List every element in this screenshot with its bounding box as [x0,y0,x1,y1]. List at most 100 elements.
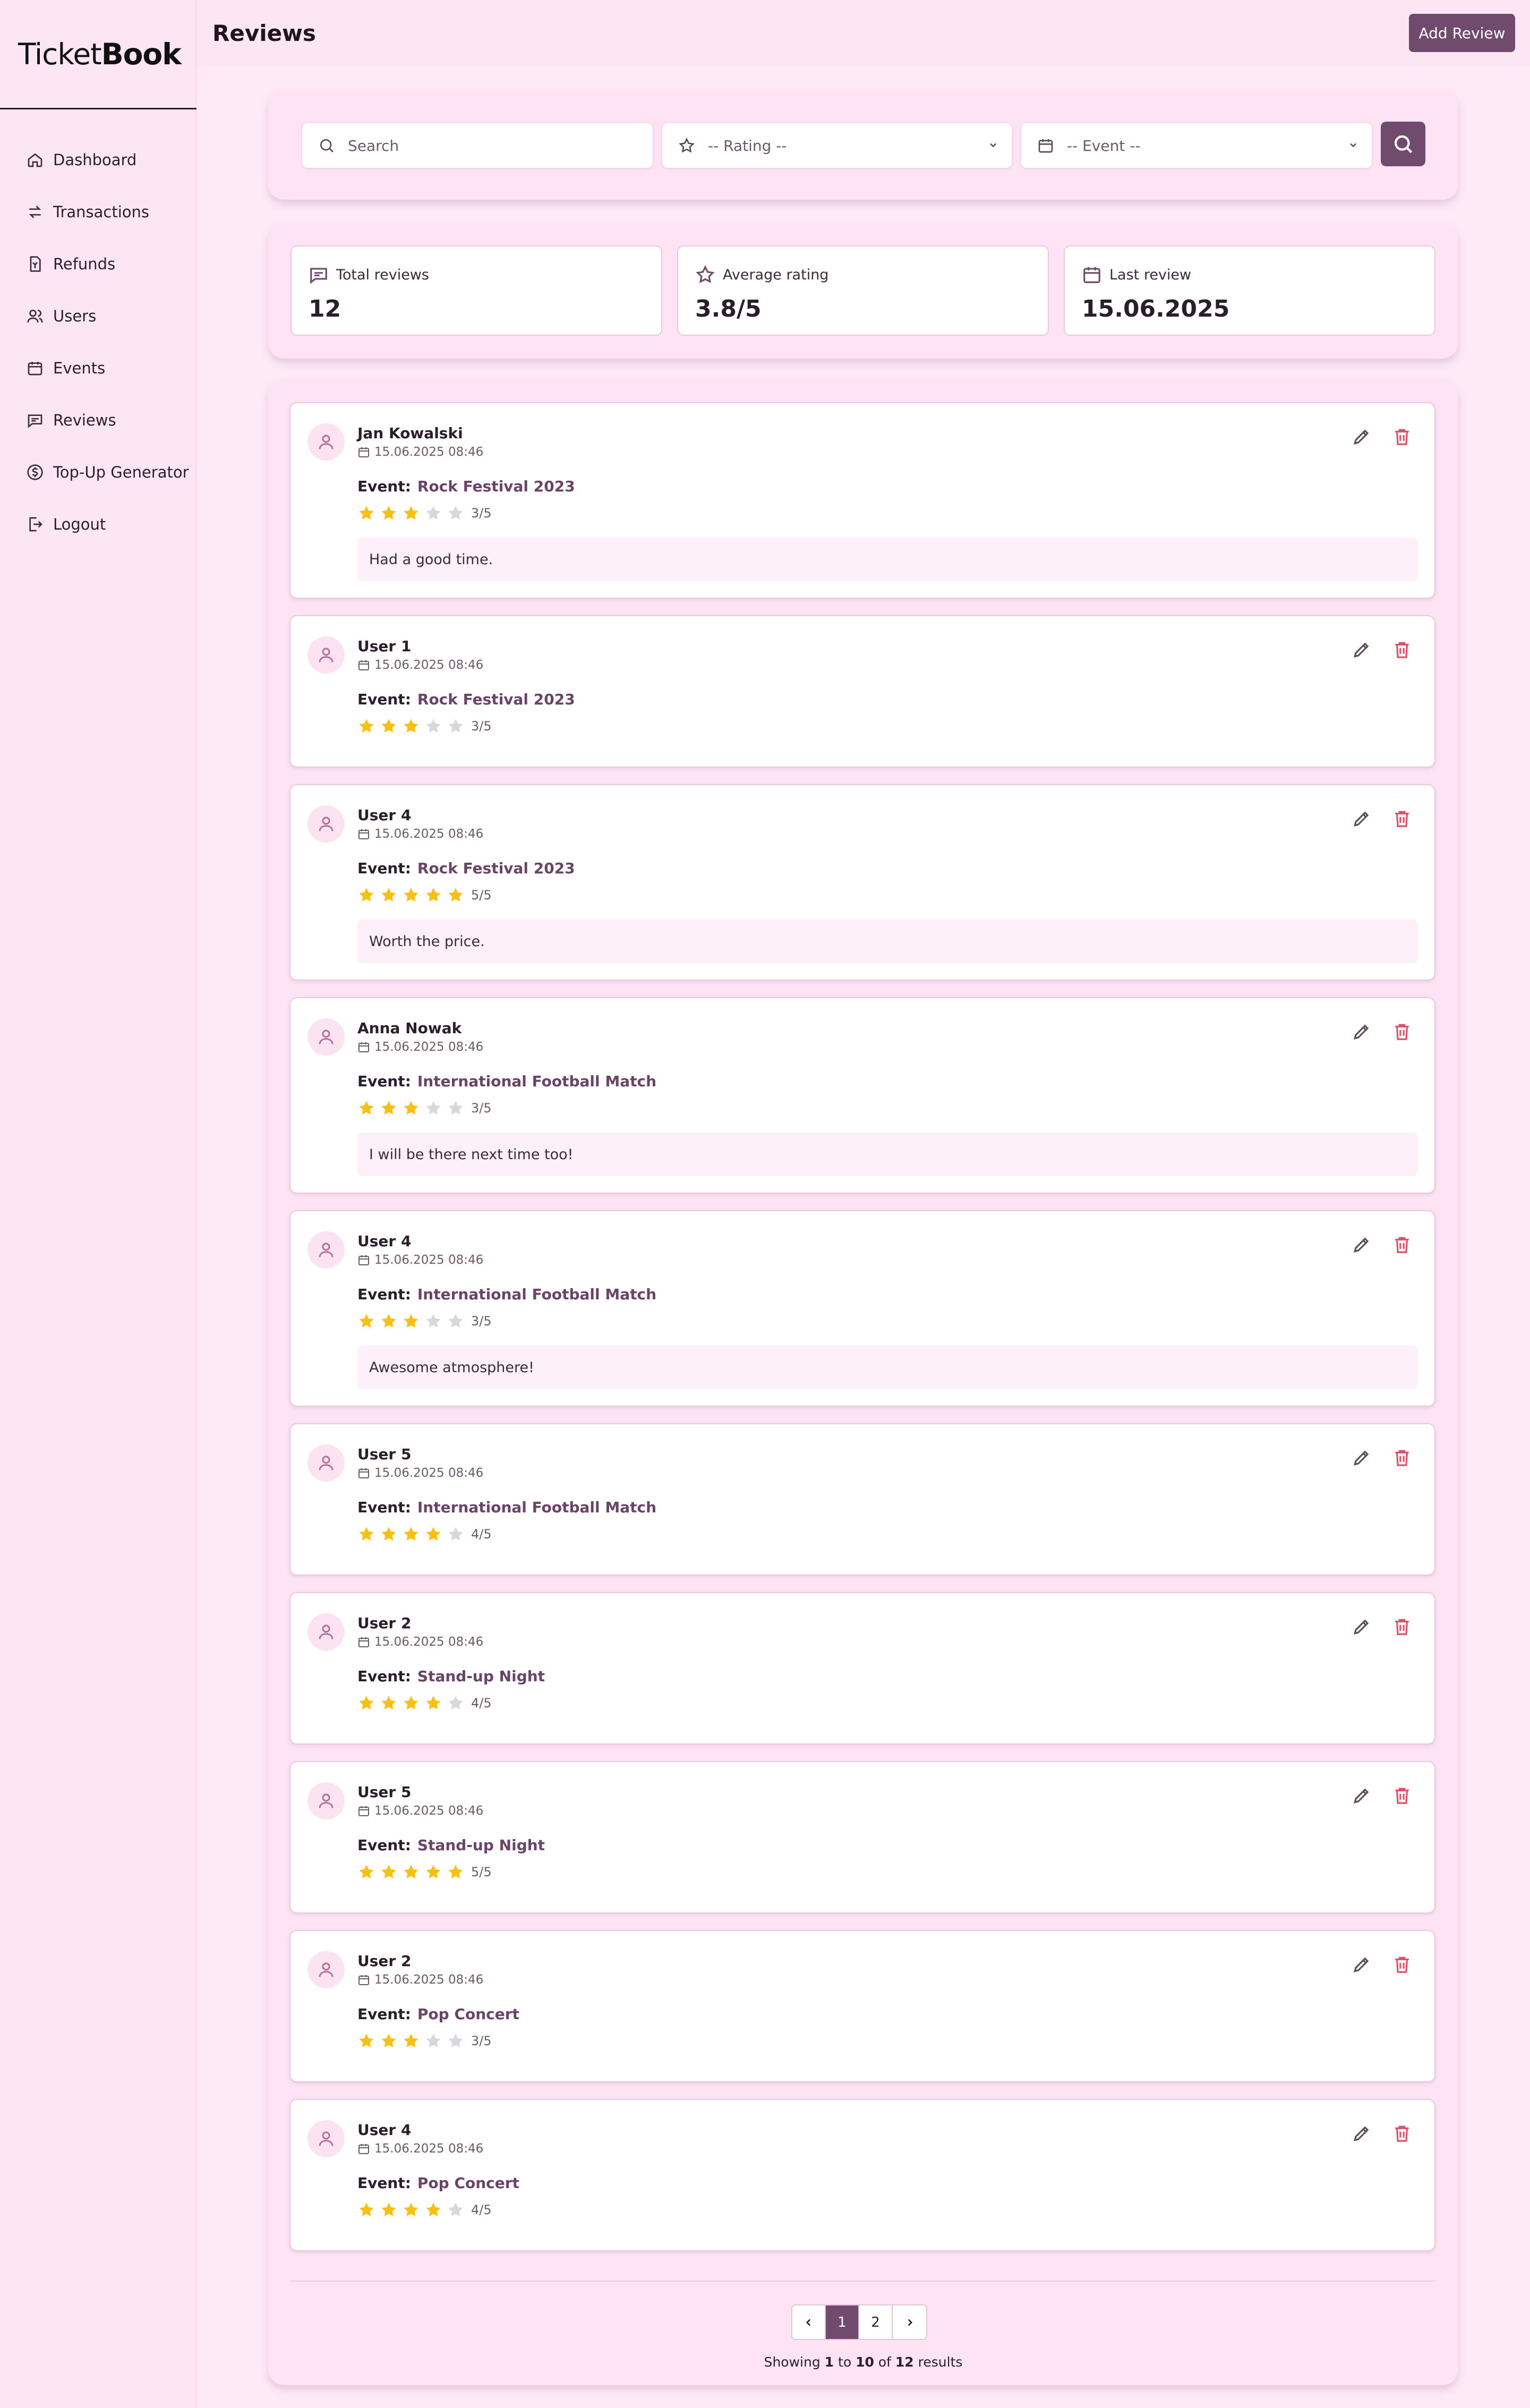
sidebar-item-transactions[interactable]: Transactions [27,186,189,238]
event-name[interactable]: International Football Match [417,1073,656,1090]
search-placeholder: Search [348,137,399,155]
rating-select[interactable]: -- Rating -- [662,123,1012,168]
user-icon [319,2131,334,2146]
sidebar-item-top-up-generator[interactable]: Top-Up Generator [27,446,189,498]
users-icon [27,310,43,323]
star-filled-icon [404,1527,418,1541]
event-select[interactable]: -- Event -- [1021,123,1372,168]
avatar [307,636,345,674]
star-filled-icon [359,1314,374,1328]
star-empty-icon [448,2202,463,2217]
event-name[interactable]: Stand-up Night [417,1667,545,1685]
sidebar-nav: Dashboard Transactions Refunds Users Eve… [27,134,189,550]
pagination-page-1[interactable]: 1 [826,2305,859,2339]
receipt-icon [30,256,41,272]
delete-review-button[interactable] [1392,1785,1412,1806]
app-logo[interactable]: TicketBook [18,37,182,71]
sidebar-item-label: Logout [53,515,106,533]
event-name[interactable]: Pop Concert [417,2174,519,2192]
edit-review-button[interactable] [1352,2123,1372,2143]
sidebar-item-events[interactable]: Events [27,342,189,394]
star-filled-icon [404,506,418,520]
review-comment: Had a good time. [357,538,1417,581]
delete-review-button[interactable] [1392,427,1412,447]
stat-value: 15.06.2025 [1082,295,1230,322]
review-card: User 2 15.06.2025 08:46 Event: Stand-up N… [289,1592,1435,1745]
sidebar-item-label: Reviews [53,411,116,429]
trash-icon [1395,429,1409,445]
edit-review-button[interactable] [1352,427,1372,447]
chevron-down-icon [990,143,996,148]
dollar-icon [27,464,43,480]
delete-review-button[interactable] [1392,1448,1412,1468]
review-date: 15.06.2025 08:46 [357,1040,483,1054]
filter-panel: Search -- Rating -- -- Event -- [268,90,1458,200]
delete-review-button[interactable] [1392,2123,1412,2143]
event-name[interactable]: International Football Match [417,1286,656,1303]
sidebar-item-reviews[interactable]: Reviews [27,394,189,446]
sidebar-item-refunds[interactable]: Refunds [27,238,189,290]
star-empty-icon [448,2033,463,2048]
star-filled-icon [381,1696,396,1710]
trash-icon [1395,1237,1409,1253]
review-date: 15.06.2025 08:46 [357,827,483,841]
review-card: User 2 15.06.2025 08:46 Event: Pop Concer… [289,1930,1435,2082]
rating-text: 3/5 [471,506,492,521]
delete-review-button[interactable] [1392,1954,1412,1975]
star-empty-icon [448,1101,463,1115]
event-name[interactable]: Stand-up Night [417,1836,545,1854]
search-button[interactable] [1381,122,1425,166]
edit-review-button[interactable] [1352,1022,1372,1042]
delete-review-button[interactable] [1392,1616,1412,1637]
event-name[interactable]: Rock Festival 2023 [417,478,575,495]
pagination-page-2[interactable]: 2 [859,2305,893,2339]
star-filled-icon [404,2202,418,2217]
trash-icon [1395,1450,1409,1466]
pagination-divider [289,2281,1435,2282]
sidebar-item-users[interactable]: Users [27,290,189,342]
review-event: Event: Rock Festival 2023 [357,478,575,495]
delete-review-button[interactable] [1392,1022,1412,1042]
edit-review-button[interactable] [1352,640,1372,660]
delete-review-button[interactable] [1392,1235,1412,1255]
pagination-next-button[interactable] [893,2305,926,2339]
trash-icon [1395,1619,1409,1635]
search-input[interactable]: Search [302,123,653,168]
pencil-icon [1354,1237,1369,1253]
edit-review-button[interactable] [1352,1448,1372,1468]
review-author: User 5 [357,1445,412,1463]
trash-icon [1395,1024,1409,1040]
event-name[interactable]: Rock Festival 2023 [417,691,575,708]
calendar-icon [358,1975,369,1985]
sidebar-item-dashboard[interactable]: Dashboard [27,134,189,186]
event-name[interactable]: Pop Concert [417,2005,519,2023]
edit-review-button[interactable] [1352,1954,1372,1975]
user-icon [319,648,334,662]
event-name[interactable]: International Football Match [417,1499,656,1516]
pagination-prev-button[interactable] [792,2305,826,2339]
event-prefix: Event: [357,1836,411,1854]
pencil-icon [1354,1024,1369,1040]
sidebar-item-logout[interactable]: Logout [27,498,189,550]
add-review-button[interactable]: Add Review [1409,14,1515,52]
review-card: User 4 15.06.2025 08:46 Event: Internatio… [289,1210,1435,1407]
calendar-icon [358,1255,369,1265]
review-date: 15.06.2025 08:46 [357,2142,483,2156]
review-card: User 5 15.06.2025 08:46 Event: Stand-up N… [289,1761,1435,1913]
edit-review-button[interactable] [1352,809,1372,829]
delete-review-button[interactable] [1392,640,1412,660]
edit-review-button[interactable] [1352,1785,1372,1806]
star-filled-icon [426,888,441,902]
pencil-icon [1354,1450,1369,1466]
review-comment: I will be there next time too! [357,1133,1417,1176]
sidebar-item-label: Transactions [53,203,150,221]
delete-review-button[interactable] [1392,809,1412,829]
calendar-icon [358,1806,369,1816]
event-name[interactable]: Rock Festival 2023 [417,860,575,877]
edit-review-button[interactable] [1352,1235,1372,1255]
rating-text: 4/5 [471,1696,492,1711]
calendar-icon [1038,139,1053,153]
review-event: Event: Stand-up Night [357,1667,545,1685]
calendar-icon [358,660,369,670]
edit-review-button[interactable] [1352,1616,1372,1637]
